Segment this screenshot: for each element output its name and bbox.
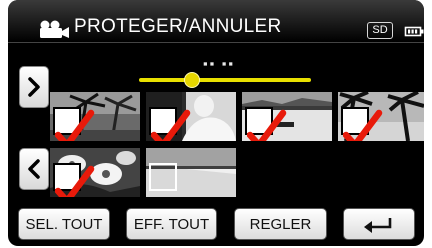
checkbox-checked[interactable]: [341, 107, 383, 141]
thumbnail-lake-boat[interactable]: [242, 92, 332, 141]
camera-display: PROTEGER/ANNULER SD ▪▪ ▪▪ SEL. TOUT EFF.…: [8, 0, 424, 246]
checkbox-checked[interactable]: [245, 107, 287, 141]
set-button[interactable]: REGLER: [234, 208, 327, 240]
chevron-right-icon: [28, 77, 40, 97]
title-bar: PROTEGER/ANNULER SD: [8, 0, 424, 43]
checkbox-unchecked[interactable]: [149, 163, 177, 191]
back-button[interactable]: [343, 208, 415, 240]
date-label: ▪▪ ▪▪: [202, 56, 236, 71]
thumbnail-palm-trees[interactable]: [50, 92, 140, 141]
sd-card-badge: SD: [367, 22, 393, 39]
thumbnail-beach[interactable]: [146, 148, 236, 197]
next-page-button[interactable]: [19, 66, 49, 108]
clear-all-button[interactable]: EFF. TOUT: [126, 208, 217, 240]
thumbnail-flowers[interactable]: [50, 148, 140, 197]
checkbox-checked[interactable]: [53, 107, 95, 141]
select-all-button[interactable]: SEL. TOUT: [18, 208, 110, 240]
page-title: PROTEGER/ANNULER: [74, 16, 282, 37]
previous-page-button[interactable]: [19, 148, 49, 190]
chevron-left-icon: [28, 159, 40, 179]
thumbnail-person-white[interactable]: [146, 92, 236, 141]
thumbnail-palm-silhouette[interactable]: [338, 92, 424, 141]
scroll-slider-track[interactable]: [139, 78, 311, 82]
checkbox-checked[interactable]: [53, 163, 95, 197]
movie-camera-icon: [40, 20, 69, 38]
checkbox-checked[interactable]: [149, 107, 191, 141]
return-arrow-icon: [364, 218, 392, 233]
screen: PROTEGER/ANNULER SD ▪▪ ▪▪ SEL. TOUT EFF.…: [0, 0, 432, 248]
battery-icon: [404, 26, 424, 37]
scroll-slider-knob[interactable]: [183, 72, 200, 88]
